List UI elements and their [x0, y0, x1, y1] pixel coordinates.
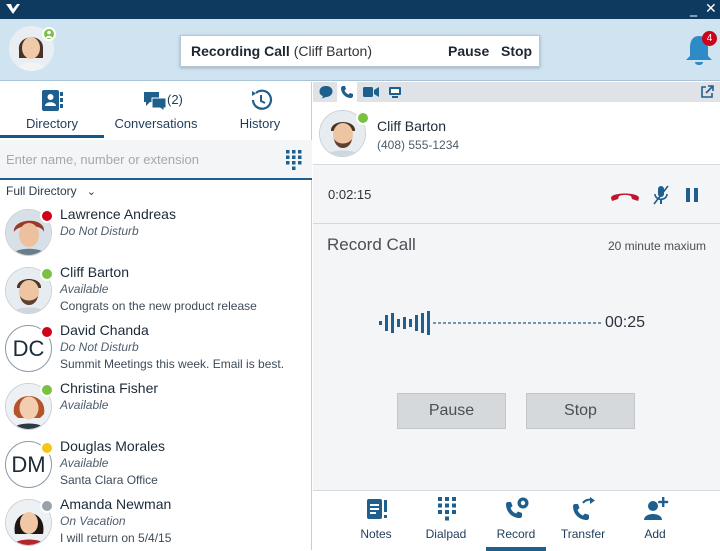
phone-tab-active[interactable] — [337, 82, 357, 102]
directory-filter-dropdown[interactable]: Full Directory ⌄ — [6, 184, 96, 198]
record-phone-icon — [506, 497, 529, 518]
vacation-airplane-status-icon — [40, 499, 54, 513]
phone-icon — [341, 86, 353, 98]
left-panel: Directory (2) Conversations History Fu — [0, 82, 312, 550]
dnd-phone-status-icon — [40, 325, 54, 339]
contact-name: Christina Fisher — [60, 380, 159, 396]
contact-note: Summit Meetings this week. Email is best… — [60, 357, 285, 371]
contact-list-item[interactable]: Christina Fisher Available — [0, 376, 312, 434]
contact-name: Lawrence Andreas — [60, 206, 176, 222]
tab-conversations[interactable]: (2) Conversations — [104, 82, 208, 138]
contact-note: Congrats on the new product release — [60, 299, 257, 313]
tab-directory-label: Directory — [25, 116, 78, 131]
contact-status: Available — [60, 398, 109, 412]
caller-number: (408) 555-1234 — [377, 138, 460, 152]
add-person-icon — [644, 497, 669, 520]
conversations-icon — [144, 92, 167, 112]
add-participant-button[interactable]: Add — [625, 491, 685, 551]
notes-button[interactable]: Notes — [346, 491, 406, 551]
active-call-header: Cliff Barton (408) 555-1234 — [313, 102, 720, 165]
available-status-icon — [40, 267, 54, 281]
contact-name: Amanda Newman — [60, 496, 172, 512]
available-phone-status-icon — [40, 383, 54, 397]
caller-name: Cliff Barton — [377, 118, 446, 134]
record-button[interactable]: Record — [486, 491, 546, 551]
call-icon-bar — [313, 82, 720, 102]
dialpad-label: Dialpad — [425, 527, 467, 541]
record-pause-button[interactable]: Pause — [397, 393, 506, 429]
call-panel: Cliff Barton (408) 555-1234 0:02:15 Reco… — [313, 82, 720, 551]
minimize-button[interactable]: _ — [690, 1, 697, 17]
transfer-call-icon — [573, 497, 595, 520]
close-window-button[interactable]: ✕ — [705, 1, 717, 17]
contact-list-item[interactable]: Amanda Newman On Vacation I will return … — [0, 492, 312, 550]
hold-pause-icon[interactable] — [685, 187, 699, 203]
title-bar: _ ✕ — [0, 0, 720, 19]
recording-call-banner: Recording Call (Cliff Barton) Pause Stop — [180, 35, 540, 67]
history-clock-icon — [251, 89, 273, 110]
video-camera-icon[interactable] — [363, 86, 379, 98]
tab-history-label: History — [239, 116, 281, 131]
dialpad-button[interactable]: Dialpad — [416, 491, 476, 551]
record-label: Record — [496, 527, 536, 541]
away-status-icon — [40, 441, 54, 455]
notes-icon — [367, 499, 387, 519]
contact-name: Cliff Barton — [60, 264, 129, 280]
recording-title-text: Recording Call — [191, 43, 290, 59]
contact-status: Do Not Disturb — [60, 224, 139, 238]
record-call-panel: Record Call 20 minute maxium 00:25 Pause… — [313, 225, 720, 490]
call-timer: 0:02:15 — [328, 187, 372, 202]
chevron-down-icon: ⌄ — [86, 186, 96, 198]
contact-list-item[interactable]: Lawrence Andreas Do Not Disturb — [0, 202, 312, 260]
filter-label: Full Directory — [6, 184, 77, 198]
app-logo-icon — [6, 4, 20, 14]
contact-note: I will return on 5/4/15 — [60, 531, 172, 545]
directory-icon — [42, 90, 63, 111]
record-panel-title: Record Call — [327, 235, 416, 254]
contact-status: On Vacation — [60, 514, 126, 528]
transfer-label: Transfer — [560, 527, 606, 541]
caller-available-icon — [356, 111, 370, 125]
transfer-button[interactable]: Transfer — [553, 491, 613, 551]
contact-list-item[interactable]: DM Douglas Morales Available Santa Clara… — [0, 434, 312, 492]
tab-directory[interactable]: Directory — [0, 82, 104, 138]
screen-share-icon[interactable] — [388, 85, 402, 99]
contact-list-item[interactable]: DC David Chanda Do Not Disturb Summit Me… — [0, 318, 312, 376]
header-bar: Recording Call (Cliff Barton) Pause Stop… — [0, 19, 720, 81]
recording-elapsed-time: 00:25 — [605, 314, 646, 331]
hangup-icon[interactable] — [609, 188, 641, 202]
record-max-duration: 20 minute maxium — [607, 239, 706, 253]
record-stop-button[interactable]: Stop — [526, 393, 635, 429]
contact-list-item[interactable]: Cliff Barton Available Congrats on the n… — [0, 260, 312, 318]
recording-waveform — [379, 311, 601, 335]
mute-microphone-icon[interactable] — [653, 185, 669, 205]
contact-name: David Chanda — [60, 322, 149, 338]
tab-conversations-label: Conversations — [114, 116, 198, 131]
dnd-status-icon — [40, 209, 54, 223]
dialpad-icon — [438, 497, 456, 521]
call-actions-bar: Notes Dialpad Record Transfer Add — [313, 490, 720, 551]
notification-count-badge: 4 — [702, 31, 717, 46]
dialpad-grid-icon[interactable] — [286, 150, 302, 170]
directory-search-input[interactable] — [0, 140, 277, 178]
recording-banner-title: Recording Call (Cliff Barton) — [191, 36, 372, 66]
search-row — [0, 140, 312, 180]
notes-label: Notes — [360, 527, 392, 541]
contact-name: Douglas Morales — [60, 438, 166, 454]
chat-bubble-icon[interactable] — [319, 85, 333, 99]
banner-stop-button[interactable]: Stop — [501, 36, 532, 66]
add-label: Add — [644, 527, 666, 541]
popout-window-icon[interactable] — [700, 85, 714, 99]
contact-note: Santa Clara Office — [60, 473, 158, 487]
contact-status: Available — [60, 282, 109, 296]
contact-status: Available — [60, 456, 109, 470]
banner-pause-button[interactable]: Pause — [448, 36, 489, 66]
call-controls-row: 0:02:15 — [313, 166, 720, 224]
contact-status: Do Not Disturb — [60, 340, 139, 354]
conversations-count: (2) — [167, 92, 183, 107]
recording-callee: (Cliff Barton) — [293, 43, 373, 59]
tab-history[interactable]: History — [208, 82, 312, 138]
my-presence-available-icon — [42, 27, 56, 41]
